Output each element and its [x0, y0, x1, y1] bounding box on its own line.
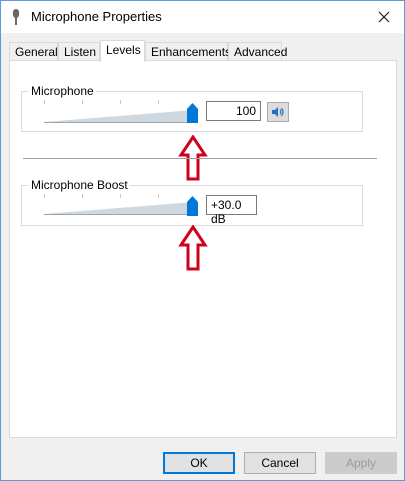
close-icon [378, 11, 390, 23]
boost-slider-track[interactable] [44, 202, 194, 216]
up-arrow-annotation-icon [178, 225, 208, 271]
microphone-tick [120, 100, 121, 104]
boost-tick [82, 194, 83, 198]
ok-button[interactable]: OK [163, 452, 235, 474]
boost-slider-thumb[interactable] [187, 196, 198, 216]
microphone-label: Microphone [29, 84, 96, 98]
boost-tick [158, 194, 159, 198]
title-bar: Microphone Properties [1, 1, 404, 33]
microphone-tick [82, 100, 83, 104]
boost-tick [120, 194, 121, 198]
microphone-icon [13, 9, 19, 25]
dialog-window: Microphone Properties General Listen Lev… [0, 0, 405, 481]
boost-level-field: +30.0 dB [206, 195, 257, 226]
tab-general[interactable]: General [9, 42, 58, 61]
microphone-tick [44, 100, 45, 104]
tab-listen[interactable]: Listen [58, 42, 100, 61]
tab-advanced[interactable]: Advanced [228, 42, 287, 61]
apply-button[interactable]: Apply [325, 452, 397, 474]
speaker-icon [272, 107, 284, 117]
tab-enhancements[interactable]: Enhancements [145, 42, 231, 61]
microphone-level-field[interactable]: 100 [206, 101, 261, 121]
boost-label: Microphone Boost [29, 178, 130, 192]
microphone-slider-track[interactable] [44, 110, 194, 124]
microphone-slider-thumb[interactable] [187, 103, 198, 123]
tab-levels[interactable]: Levels [100, 40, 145, 62]
close-button[interactable] [364, 1, 404, 33]
cancel-button[interactable]: Cancel [244, 452, 316, 474]
divider [23, 158, 377, 159]
window-title: Microphone Properties [31, 9, 162, 24]
mute-button[interactable] [267, 102, 289, 122]
microphone-tick [158, 100, 159, 104]
boost-tick [44, 194, 45, 198]
